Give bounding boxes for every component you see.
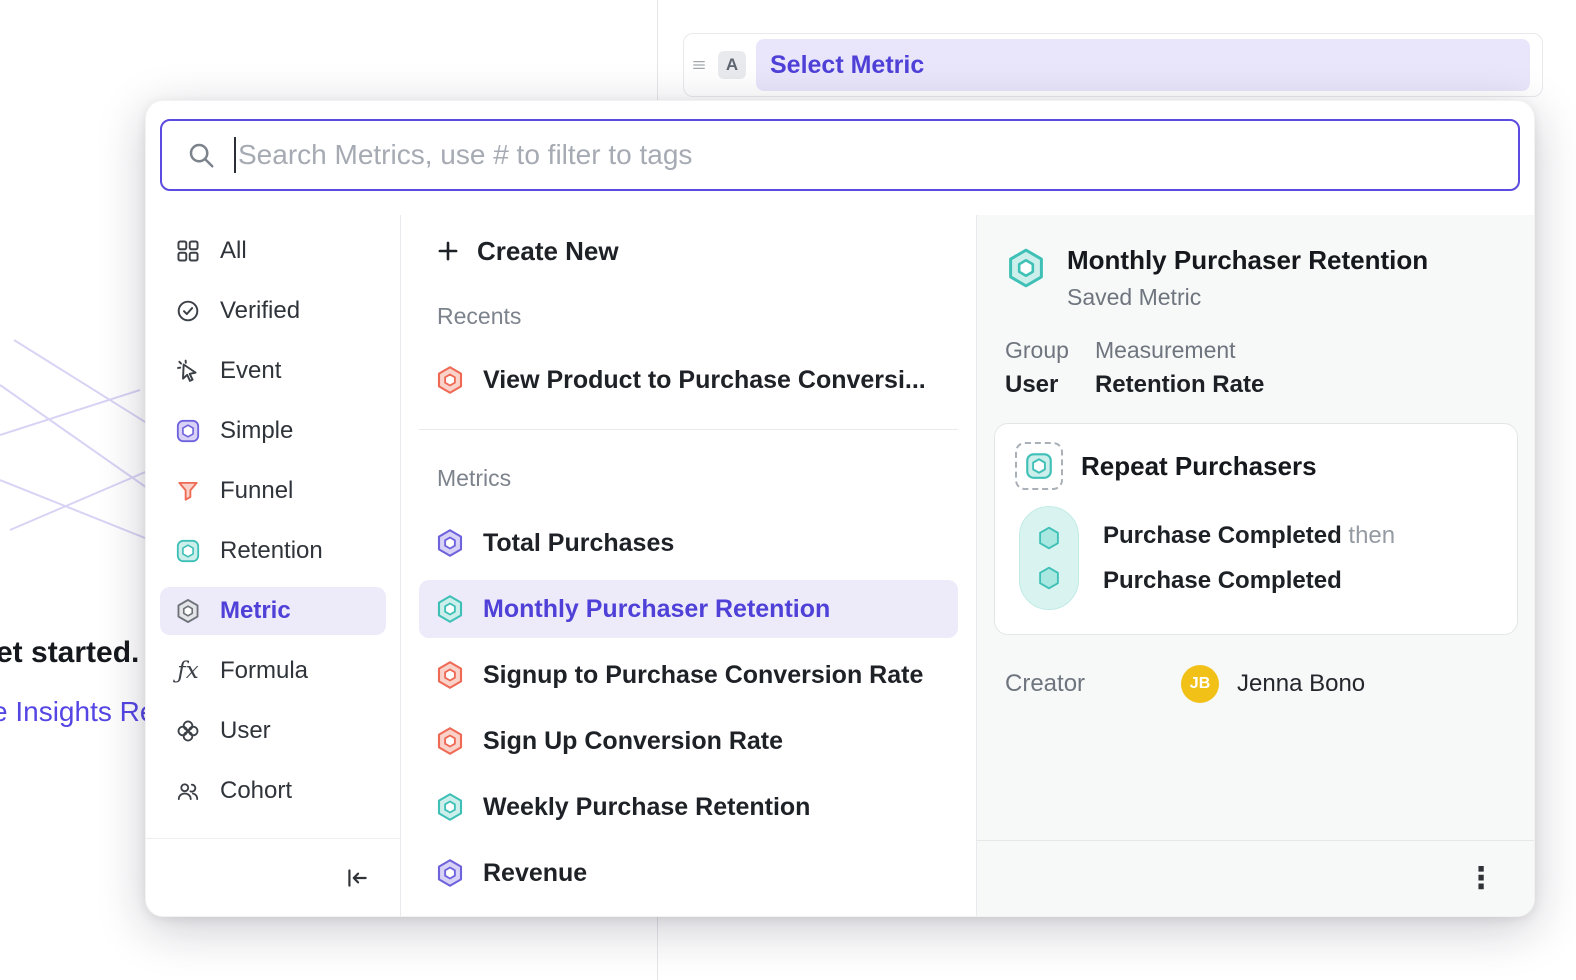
event-sequence-capsule <box>1019 506 1079 610</box>
verified-badge-icon <box>174 298 202 324</box>
sidebar-item-label: Metric <box>220 597 291 625</box>
create-new-button[interactable]: Create New <box>401 227 976 275</box>
sidebar-item-metric[interactable]: Metric <box>160 587 386 635</box>
sidebar-item-label: Cohort <box>220 777 292 805</box>
metric-list-item[interactable]: Total Purchases <box>419 514 958 572</box>
metric-item-label: Sign Up Conversion Rate <box>483 727 783 756</box>
group-meta: Group User <box>1005 337 1069 399</box>
sidebar-item-formula[interactable]: ƒx Formula <box>160 647 386 695</box>
sidebar-item-label: Event <box>220 357 281 385</box>
sidebar-item-label: Formula <box>220 657 308 685</box>
filter-sidebar: All Verified Event Simple Funnel <box>146 215 401 916</box>
sidebar-item-label: Verified <box>220 297 300 325</box>
sidebar-item-label: Simple <box>220 417 293 445</box>
metric-item-label: Signup to Purchase Conversion Rate <box>483 661 923 690</box>
retention-metric-icon <box>1005 247 1047 289</box>
funnel-metric-icon <box>435 660 465 690</box>
simple-metric-icon <box>435 858 465 888</box>
recents-header: Recents <box>401 301 976 331</box>
metric-list-column: Create New Recents View Product to Purch… <box>401 215 977 916</box>
select-metric-label: Select Metric <box>770 51 924 80</box>
retention-metric-icon <box>435 594 465 624</box>
select-metric-field[interactable]: Select Metric <box>756 39 1530 91</box>
select-metric-bar: A Select Metric <box>683 33 1543 97</box>
metric-item-label: Weekly Purchase Retention <box>483 793 810 822</box>
dashed-retention-icon <box>1015 442 1063 490</box>
sidebar-item-user[interactable]: User <box>160 707 386 755</box>
preview-title: Monthly Purchaser Retention <box>1067 245 1428 276</box>
metric-hexagon-icon <box>174 598 202 624</box>
sidebar-item-event[interactable]: Event <box>160 347 386 395</box>
funnel-icon <box>174 478 202 504</box>
create-new-label: Create New <box>477 236 619 267</box>
metric-list-item[interactable]: Signup to Purchase Conversion Rate <box>419 646 958 704</box>
sidebar-item-label: User <box>220 717 271 745</box>
creator-avatar: JB <box>1181 665 1219 703</box>
metric-item-label: Total Purchases <box>483 529 674 558</box>
preview-subtitle: Saved Metric <box>1067 284 1428 311</box>
recent-item[interactable]: View Product to Purchase Conversi... <box>419 351 958 409</box>
measurement-label: Measurement <box>1095 337 1264 364</box>
sidebar-item-verified[interactable]: Verified <box>160 287 386 335</box>
group-label: Group <box>1005 337 1069 364</box>
grid-icon <box>174 238 202 264</box>
definition-card: Repeat Purchasers Purchase Completed the… <box>994 423 1518 635</box>
group-value: User <box>1005 371 1069 399</box>
funnel-metric-icon <box>435 726 465 756</box>
sidebar-item-cohort[interactable]: Cohort <box>160 767 386 815</box>
creator-name: Jenna Bono <box>1237 670 1365 698</box>
plus-icon <box>435 238 461 264</box>
collapse-sidebar-button[interactable] <box>344 865 370 891</box>
sidebar-item-funnel[interactable]: Funnel <box>160 467 386 515</box>
section-divider <box>419 429 958 430</box>
collapse-left-icon <box>344 865 370 891</box>
search-icon <box>186 140 216 170</box>
retention-metric-icon <box>435 792 465 822</box>
definition-step-1: Purchase Completed then <box>1103 522 1395 550</box>
definition-step-2: Purchase Completed <box>1103 567 1395 595</box>
metric-list-item[interactable]: Revenue <box>419 844 958 902</box>
metric-item-label: Revenue <box>483 859 587 888</box>
text-caret <box>234 137 236 173</box>
metric-list-item-selected[interactable]: Monthly Purchaser Retention <box>419 580 958 638</box>
metrics-header: Metrics <box>401 463 976 493</box>
creator-label: Creator <box>1005 670 1085 698</box>
event-cursor-icon <box>174 358 202 384</box>
cohort-people-icon <box>174 778 202 804</box>
creator-row: Creator JB Jenna Bono <box>977 665 1534 703</box>
simple-metric-icon <box>435 528 465 558</box>
metric-preview-panel: Monthly Purchaser Retention Saved Metric… <box>977 215 1534 916</box>
event-hexagon-icon <box>1036 525 1062 551</box>
more-options-button[interactable]: ⋮ <box>1466 864 1496 894</box>
metric-picker-modal: All Verified Event Simple Funnel <box>145 100 1535 917</box>
metric-list-item[interactable]: Sign Up Conversion Rate <box>419 712 958 770</box>
definition-title: Repeat Purchasers <box>1081 451 1317 482</box>
search-input[interactable] <box>238 139 1500 171</box>
simple-metric-icon <box>174 418 202 444</box>
sidebar-item-retention[interactable]: Retention <box>160 527 386 575</box>
sidebar-item-label: All <box>220 237 247 265</box>
series-letter-badge: A <box>718 51 746 79</box>
sidebar-item-simple[interactable]: Simple <box>160 407 386 455</box>
funnel-metric-icon <box>435 365 465 395</box>
search-box[interactable] <box>160 119 1520 191</box>
measurement-meta: Measurement Retention Rate <box>1095 337 1264 399</box>
insights-report-link[interactable]: e Insights Re <box>0 696 155 728</box>
event-hexagon-icon <box>1036 565 1062 591</box>
recent-item-label: View Product to Purchase Conversi... <box>483 366 926 395</box>
sidebar-item-label: Funnel <box>220 477 293 505</box>
sidebar-item-all[interactable]: All <box>160 227 386 275</box>
measurement-value: Retention Rate <box>1095 371 1264 399</box>
retention-icon <box>174 538 202 564</box>
metric-list-item[interactable]: Weekly Purchase Retention <box>419 778 958 836</box>
formula-icon: ƒx <box>174 660 202 683</box>
background-heading: et started. <box>0 636 139 670</box>
preview-footer: ⋮ <box>977 840 1534 916</box>
sidebar-item-label: Retention <box>220 537 323 565</box>
metric-item-label: Monthly Purchaser Retention <box>483 595 830 624</box>
user-flower-icon <box>174 718 202 744</box>
drag-handle-icon[interactable] <box>690 56 708 74</box>
